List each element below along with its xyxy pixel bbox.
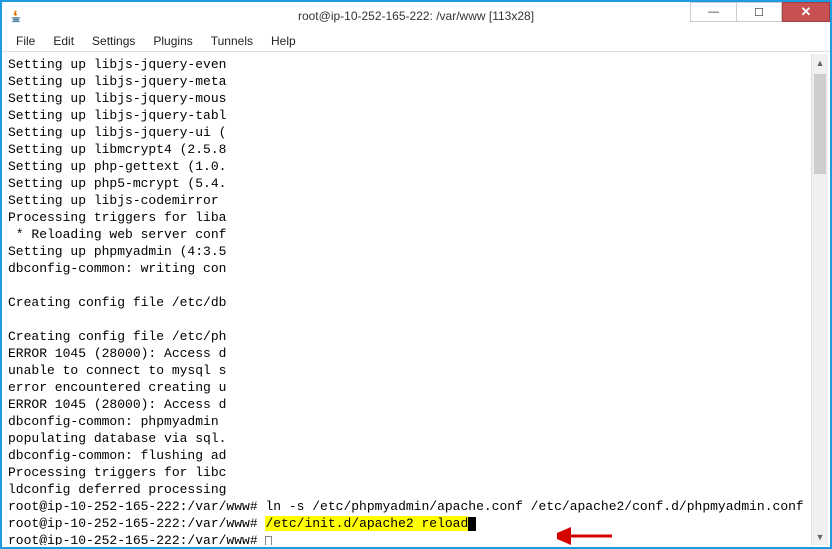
scroll-down-arrow[interactable]: ▼ [812,528,828,545]
maximize-button[interactable]: ☐ [736,2,782,22]
menu-edit[interactable]: Edit [45,32,82,50]
terminal[interactable]: Setting up libjs-jquery-even Setting up … [4,54,811,545]
close-button[interactable]: ✕ [782,2,830,22]
menu-file[interactable]: File [8,32,43,50]
menubar: File Edit Settings Plugins Tunnels Help [2,30,830,52]
menu-help[interactable]: Help [263,32,304,50]
terminal-container: Setting up libjs-jquery-even Setting up … [4,54,828,545]
window-controls: — ☐ ✕ [690,2,830,24]
minimize-button[interactable]: — [690,2,736,22]
titlebar: root@ip-10-252-165-222: /var/www [113x28… [2,2,830,30]
scroll-thumb[interactable] [814,74,826,174]
menu-settings[interactable]: Settings [84,32,143,50]
menu-plugins[interactable]: Plugins [145,32,200,50]
menu-tunnels[interactable]: Tunnels [203,32,261,50]
scroll-up-arrow[interactable]: ▲ [812,54,828,71]
scrollbar[interactable]: ▲ ▼ [811,54,828,545]
java-icon [8,8,24,24]
